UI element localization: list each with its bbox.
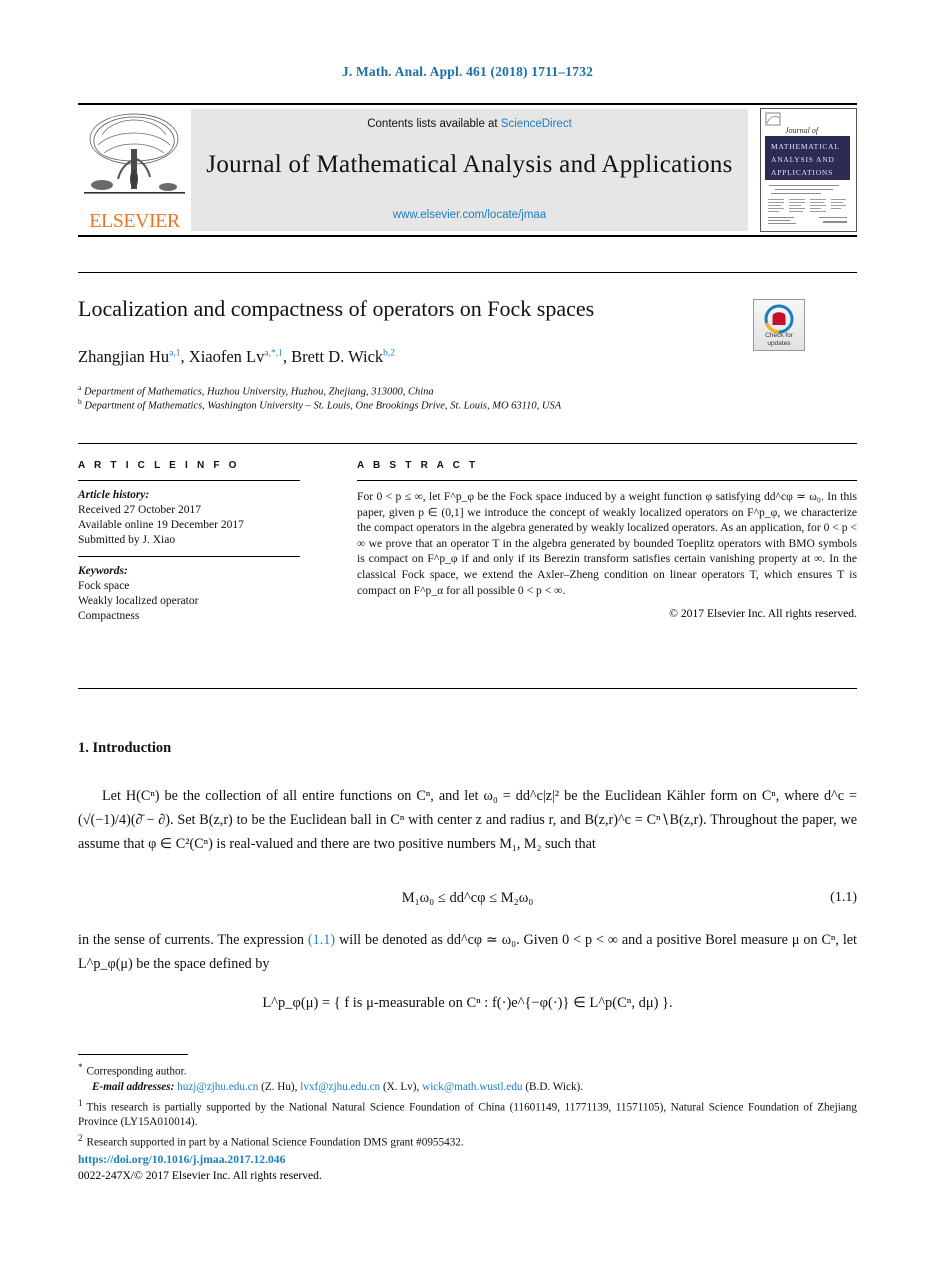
email-link[interactable]: huzj@zjhu.edu.cn <box>177 1081 258 1093</box>
footnote-corresponding-text: Corresponding author. <box>86 1065 187 1078</box>
email-person: (X. Lv) <box>382 1081 417 1094</box>
article-info-column: A R T I C L E I N F O Article history: R… <box>78 460 300 632</box>
journal-banner: Contents lists available at ScienceDirec… <box>191 109 748 231</box>
author-sup: b,2 <box>383 348 396 359</box>
paper-page: J. Math. Anal. Appl. 461 (2018) 1711–173… <box>0 0 935 1266</box>
affiliation-mark: a <box>78 383 82 392</box>
title-divider-bottom <box>78 443 857 444</box>
running-head: J. Math. Anal. Appl. 461 (2018) 1711–173… <box>341 64 594 79</box>
footnote-grant-1-text: This research is partially supported by … <box>78 1101 857 1129</box>
abstract-text: For 0 < p ≤ ∞, let F^p_φ be the Fock spa… <box>357 490 857 597</box>
article-history-item: Submitted by J. Xiao <box>78 534 176 546</box>
email-person: (Z. Hu) <box>261 1081 295 1094</box>
author-name: Xiaofen Lv <box>188 347 265 366</box>
sciencedirect-link[interactable]: ScienceDirect <box>501 118 572 130</box>
article-history-label: Article history: <box>78 489 150 501</box>
contents-list-line: Contents lists available at ScienceDirec… <box>191 118 748 130</box>
footnote-grant-1: 1 This research is partially supported by… <box>78 1096 857 1130</box>
intro-paragraph-2-part-a: in the sense of currents. The expression <box>78 932 308 948</box>
keywords-label: Keywords: <box>78 565 128 577</box>
equation-1-number: (1.1) <box>830 890 857 905</box>
affiliation-text: Department of Mathematics, Washington Un… <box>84 400 562 412</box>
issn-copyright: 0022-247X/© 2017 Elsevier Inc. All right… <box>78 1169 322 1182</box>
equation-reference-link[interactable]: (1.1) <box>308 932 335 948</box>
author-sup: a,1 <box>169 348 181 359</box>
journal-cover-thumbnail: Journal of MATHEMATICAL ANALYSIS AND APP… <box>760 108 857 232</box>
body-divider <box>78 688 857 689</box>
article-info-heading: A R T I C L E I N F O <box>78 460 240 471</box>
keyword-item: Fock space <box>78 580 130 592</box>
keyword-item: Weakly localized operator <box>78 595 199 607</box>
svg-text:Journal of: Journal of <box>785 126 820 135</box>
elsevier-wordmark: ELSEVIER <box>89 210 180 232</box>
intro-paragraph-2: in the sense of currents. The expression… <box>78 928 857 976</box>
journal-title: Journal of Mathematical Analysis and App… <box>206 151 733 178</box>
affiliation-mark: b <box>78 397 82 406</box>
affiliation-b: b Department of Mathematics, Washington … <box>78 395 778 413</box>
title-divider-top <box>78 272 857 273</box>
elsevier-logo: ELSEVIER <box>78 105 191 235</box>
footnote-mark-2: 2 <box>78 1132 83 1143</box>
section-heading-introduction: 1. Introduction <box>78 740 172 756</box>
footnote-grant-2: 2 Research supported in part by a Nationa… <box>78 1131 857 1150</box>
email-link[interactable]: lvxf@zjhu.edu.cn <box>300 1081 380 1093</box>
abstract-column: A B S T R A C T For 0 < p ≤ ∞, let F^p_φ… <box>357 460 857 620</box>
email-person: (B.D. Wick) <box>525 1081 581 1094</box>
intro-paragraph-1: Let H(Cⁿ) be the collection of all entir… <box>78 788 857 852</box>
author-name: Brett D. Wick <box>291 347 384 366</box>
svg-text:APPLICATIONS: APPLICATIONS <box>771 168 833 177</box>
footnote-corresponding: * Corresponding author. <box>78 1060 857 1079</box>
crossmark-label: Check for updates <box>754 332 804 347</box>
keywords-block: Keywords: Fock space Weakly localized op… <box>78 557 300 632</box>
email-link[interactable]: wick@math.wustl.edu <box>422 1081 522 1093</box>
doi-link[interactable]: https://doi.org/10.1016/j.jmaa.2017.12.0… <box>78 1152 322 1168</box>
keyword-item: Compactness <box>78 610 140 622</box>
display-equation-2: L^p_φ(μ) = { f is μ-measurable on Cⁿ : f… <box>262 995 673 1011</box>
footnotes-block: * Corresponding author. E-mail addresses:… <box>78 1060 857 1151</box>
article-history-block: Article history: Received 27 October 201… <box>78 481 300 556</box>
footnote-grant-2-text: Research supported in part by a National… <box>86 1136 464 1149</box>
svg-text:MATHEMATICAL: MATHEMATICAL <box>771 142 840 151</box>
article-history-item: Received 27 October 2017 <box>78 504 201 516</box>
footnote-mark-1: 1 <box>78 1097 83 1108</box>
footnote-divider <box>78 1054 188 1055</box>
footer-block: https://doi.org/10.1016/j.jmaa.2017.12.0… <box>78 1152 322 1184</box>
abstract-copyright: © 2017 Elsevier Inc. All rights reserved… <box>669 607 857 621</box>
author-list: Zhangjian Hua,1, Xiaofen Lva,*,1, Brett … <box>78 347 396 366</box>
author-name: Zhangjian Hu <box>78 347 170 366</box>
author-sup: a,*,1 <box>264 348 283 359</box>
equation-1-body: M₁ω₀ ≤ dd^cφ ≤ M₂ω₀ <box>401 890 534 906</box>
crossmark-badge[interactable]: Check for updates <box>753 299 805 351</box>
email-addresses-label: E-mail addresses: <box>92 1081 175 1094</box>
journal-url-link[interactable]: www.elsevier.com/locate/jmaa <box>191 209 748 221</box>
cover-artwork: Journal of MATHEMATICAL ANALYSIS AND APP… <box>761 109 854 229</box>
abstract-heading: A B S T R A C T <box>357 460 479 471</box>
article-history-item: Available online 19 December 2017 <box>78 519 244 531</box>
page-title: Localization and compactness of operator… <box>78 296 595 321</box>
elsevier-tree-icon <box>84 113 185 194</box>
crossmark-icon <box>764 304 794 334</box>
footnote-emails: E-mail addresses: huzj@zjhu.edu.cn (Z. H… <box>92 1081 584 1094</box>
crossmark-label-line1: Check for <box>765 332 793 339</box>
contents-list-prefix: Contents lists available at <box>367 118 501 130</box>
journal-masthead: ELSEVIER Contents lists available at Sci… <box>78 103 857 237</box>
crossmark-label-line2: updates <box>767 339 791 347</box>
svg-text:ANALYSIS AND: ANALYSIS AND <box>771 155 835 164</box>
display-equation-1: M₁ω₀ ≤ dd^cφ ≤ M₂ω₀ (1.1) <box>78 890 857 907</box>
footnote-mark-asterisk: * <box>78 1062 83 1072</box>
